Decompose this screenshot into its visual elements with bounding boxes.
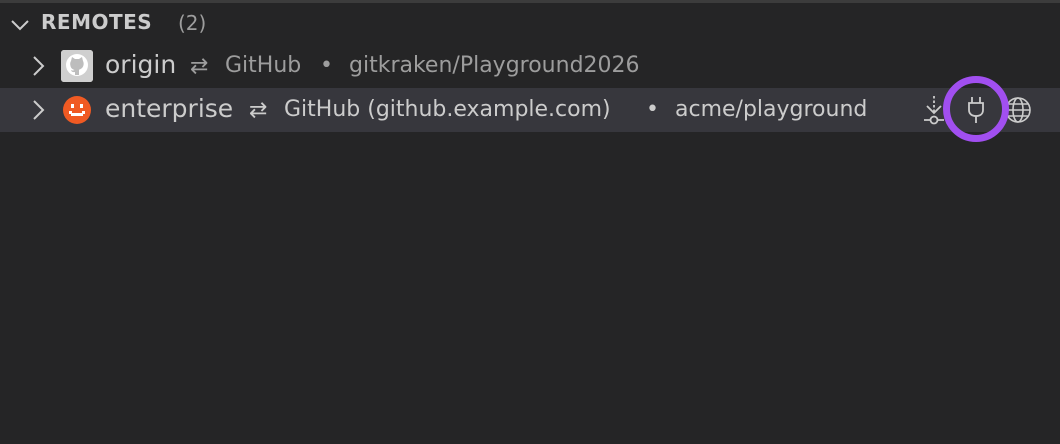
remote-repo-path: gitkraken/Playground2026: [349, 53, 640, 78]
chevron-right-icon[interactable]: [26, 98, 50, 122]
connect-plug-icon[interactable]: [960, 94, 992, 126]
chevron-right-icon[interactable]: [26, 54, 50, 78]
sync-arrows-icon: ⇄: [190, 54, 209, 79]
identicon-avatar-icon: [61, 94, 93, 126]
fetch-icon[interactable]: [918, 94, 950, 126]
remote-row-origin[interactable]: origin ⇄ GitHub • gitkraken/Playground20…: [0, 44, 1060, 88]
separator-dot: •: [646, 97, 659, 122]
globe-icon[interactable]: [1002, 94, 1034, 126]
remote-row-enterprise[interactable]: enterprise ⇄ GitHub (github.example.com)…: [0, 88, 1060, 132]
remote-provider: GitHub (github.example.com): [284, 97, 611, 122]
separator-dot: •: [320, 53, 333, 78]
remote-provider: GitHub: [225, 53, 302, 78]
sync-arrows-icon: ⇄: [249, 98, 268, 123]
github-avatar-icon: [61, 50, 93, 82]
remotes-section-header[interactable]: REMOTES (2): [0, 3, 1060, 41]
remote-name: enterprise: [105, 94, 234, 123]
remote-repo-path: acme/playground: [675, 97, 868, 122]
remote-name: origin: [105, 50, 177, 79]
chevron-down-icon: [11, 20, 29, 31]
section-count: (2): [178, 11, 207, 35]
section-title: REMOTES: [41, 10, 153, 34]
